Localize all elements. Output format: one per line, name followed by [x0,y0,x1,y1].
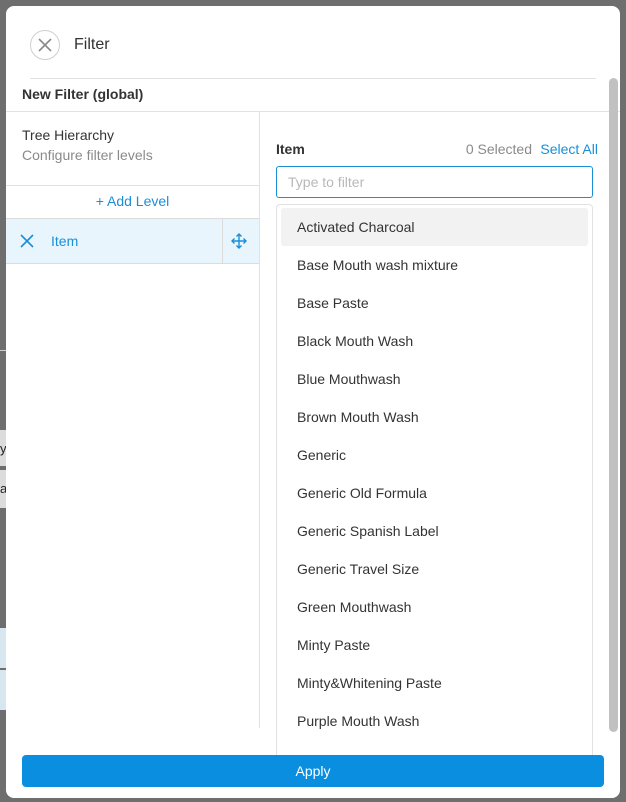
list-item[interactable]: Generic [281,436,588,474]
list-item[interactable]: Green Mouthwash [281,588,588,626]
list-item[interactable]: Base Mouth wash mixture [281,246,588,284]
close-button[interactable] [30,30,60,60]
scrollbar-thumb[interactable] [609,78,618,732]
level-row[interactable]: Item [6,218,259,264]
add-level-button[interactable]: + Add Level [6,193,259,209]
filter-dialog: Filter New Filter (global) Tree Hierarch… [6,6,620,798]
tree-subtitle: Configure filter levels [22,147,153,163]
list-item[interactable]: Black Mouth Wash [281,322,588,360]
list-item[interactable]: Activated Charcoal [281,208,588,246]
apply-button[interactable]: Apply [22,755,604,787]
select-all-link[interactable]: Select All [540,141,598,157]
level-label: Item [51,233,79,249]
dialog-header: Filter [6,6,620,78]
list-item[interactable]: Base Paste [281,284,588,322]
item-values-panel: Item 0 Selected Select All Activated Cha… [260,112,600,764]
list-item[interactable]: Minty&Whitening Paste [281,664,588,702]
list-item[interactable]: Generic Old Formula [281,474,588,512]
close-icon[interactable] [20,234,34,248]
list-item[interactable]: Generic Spanish Label [281,512,588,550]
filter-name: New Filter (global) [22,86,144,102]
dialog-scrollbar[interactable] [609,78,618,742]
tree-title: Tree Hierarchy [22,127,115,143]
list-item[interactable]: Blue Mouthwash [281,360,588,398]
dialog-title: Filter [74,36,110,53]
item-list: Activated Charcoal Base Mouth wash mixtu… [276,204,593,764]
selected-count: 0 Selected [465,141,532,157]
list-item[interactable]: Generic Travel Size [281,550,588,588]
panel-divider [6,185,259,186]
move-icon[interactable] [231,233,247,249]
header-divider [30,78,596,79]
tree-hierarchy-panel: Tree Hierarchy Configure filter levels +… [6,112,260,728]
list-item[interactable]: Brown Mouth Wash [281,398,588,436]
list-item[interactable]: Purple Mouth Wash [281,702,588,740]
filter-search-input[interactable] [276,166,593,198]
close-icon [38,38,52,52]
list-item[interactable]: Minty Paste [281,626,588,664]
level-divider [222,219,223,263]
items-title: Item [276,141,305,157]
